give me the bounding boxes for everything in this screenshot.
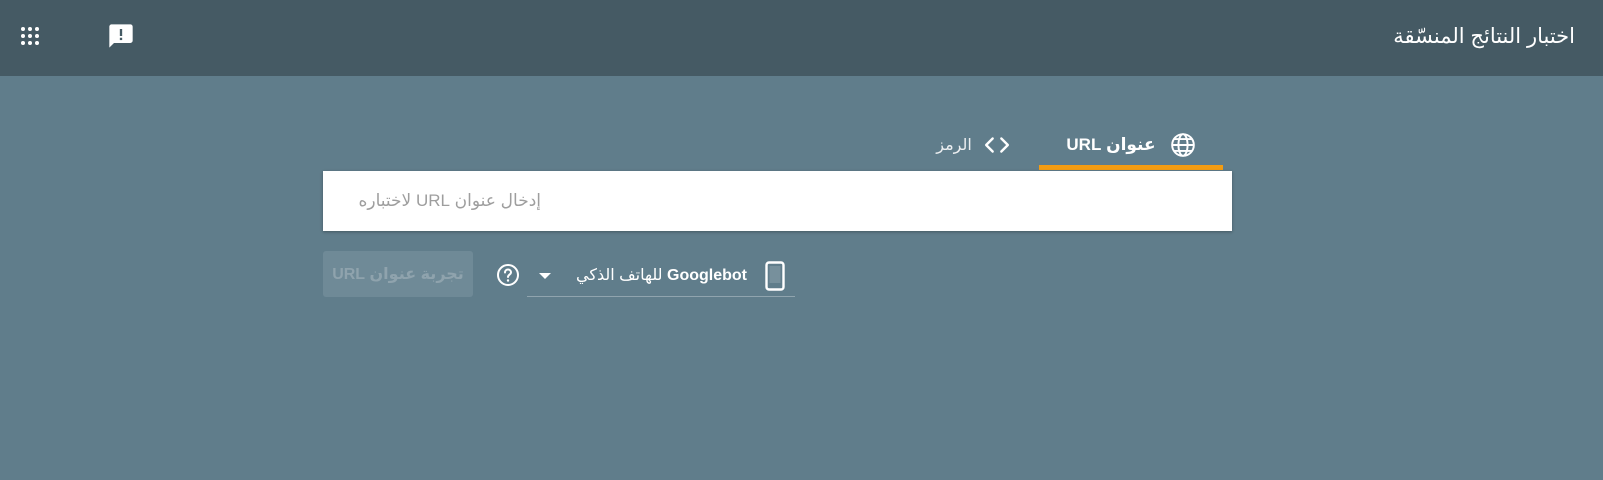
apps-grid-icon[interactable] — [18, 24, 42, 48]
help-circle-icon[interactable] — [496, 263, 520, 287]
url-input-container — [323, 171, 1232, 231]
user-agent-suffix: للهاتف الذكي — [576, 267, 663, 284]
app-title: اختبار النتائج المنسّقة — [1393, 25, 1575, 48]
top-app-bar: اختبار النتائج المنسّقة — [0, 0, 1603, 76]
globe-icon — [1170, 132, 1196, 158]
user-agent-label: Googlebot للهاتف الذكي — [576, 265, 747, 285]
tab-code[interactable]: الرمز — [918, 121, 1028, 169]
user-agent-name: Googlebot — [667, 267, 747, 284]
url-input[interactable] — [323, 171, 1232, 231]
user-agent-select[interactable]: Googlebot للهاتف الذكي — [527, 253, 795, 297]
code-icon — [984, 134, 1010, 156]
tab-url[interactable]: عنوان URL — [1039, 121, 1223, 169]
feedback-icon[interactable] — [107, 22, 135, 50]
tab-url-label: عنوان URL — [1066, 135, 1156, 154]
tab-code-label: الرمز — [936, 137, 972, 154]
active-tab-indicator — [1039, 165, 1223, 170]
dropdown-caret-icon — [537, 269, 553, 281]
test-url-button[interactable]: تجربة عنوان URL — [323, 251, 473, 297]
smartphone-icon — [765, 261, 785, 291]
